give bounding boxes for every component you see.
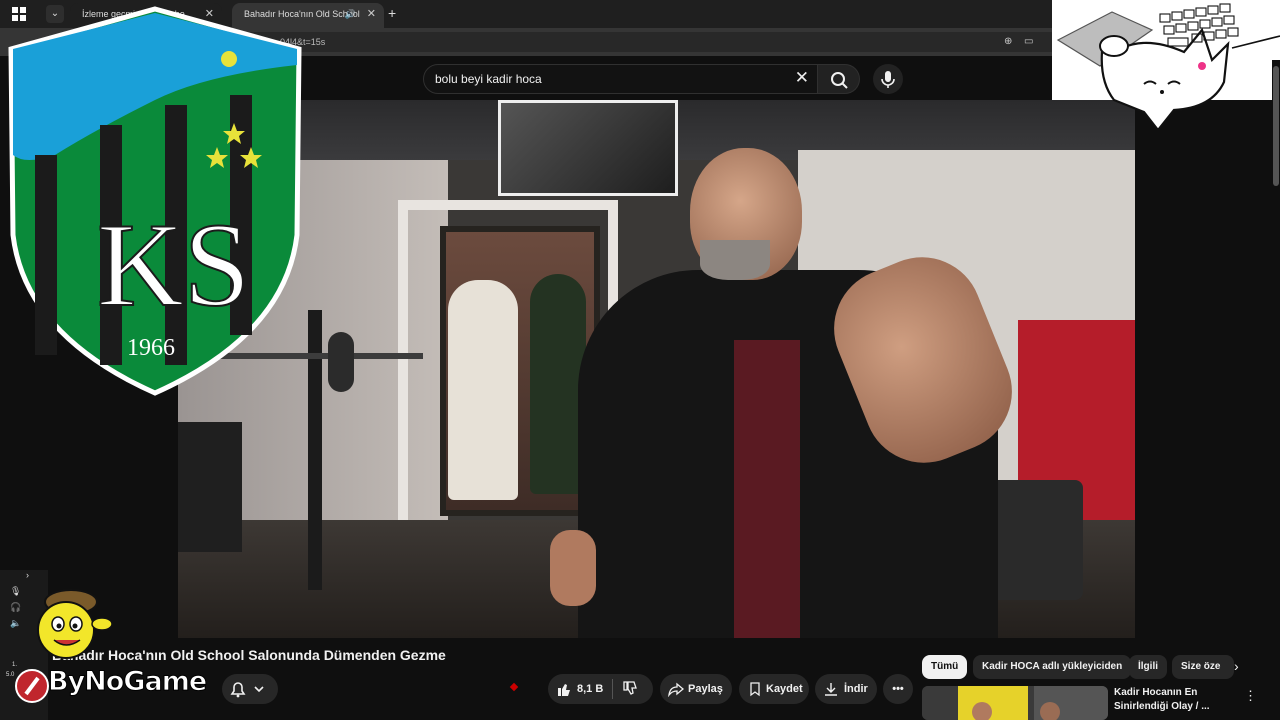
video-person xyxy=(448,280,518,500)
recommended-video-title[interactable]: Kadir Hocanın En Sinirlendiği Olay / ... xyxy=(1114,686,1234,714)
zoom-icon[interactable]: ⊕ xyxy=(1004,36,1012,47)
share-icon xyxy=(668,682,684,697)
sun-icon xyxy=(221,51,237,67)
thumbs-down-icon[interactable] xyxy=(622,681,638,697)
video-bench xyxy=(178,422,242,552)
search-query: bolu beyi kadir hoca xyxy=(435,72,542,86)
chip-for-you[interactable]: Size öze xyxy=(1172,655,1234,679)
save-label: Kaydet xyxy=(766,683,803,695)
save-button[interactable]: Kaydet xyxy=(739,674,809,704)
mascot-icon xyxy=(37,589,113,659)
video-weight-plate xyxy=(328,332,354,392)
chevron-right-icon[interactable]: › xyxy=(1234,658,1239,674)
video-man-beard xyxy=(700,240,770,280)
voice-search-button[interactable] xyxy=(873,64,903,94)
video-player[interactable] xyxy=(178,100,1135,638)
related-filter-chips: Tümü Kadir HOCA adlı yükleyiciden İlgili… xyxy=(922,655,1262,679)
video-poster xyxy=(498,100,678,196)
new-tab-button[interactable]: + xyxy=(388,5,402,21)
search-icon xyxy=(831,72,848,89)
clear-search-icon[interactable]: ✕ xyxy=(795,68,809,88)
logo-year: 1966 xyxy=(127,335,175,361)
share-button[interactable]: Paylaş xyxy=(660,674,732,704)
cast-icon[interactable]: ▭ xyxy=(1024,36,1033,47)
chip-all[interactable]: Tümü xyxy=(922,655,968,679)
volume-icon[interactable]: 🔈 xyxy=(10,618,21,629)
notification-bell-button[interactable] xyxy=(222,674,278,704)
more-vertical-icon[interactable]: ⋮ xyxy=(1244,688,1257,704)
video-man-hand xyxy=(550,530,596,606)
chip-related[interactable]: İlgili xyxy=(1129,655,1167,679)
chip-uploader[interactable]: Kadir HOCA adlı yükleyiciden xyxy=(973,655,1132,679)
download-button[interactable]: İndir xyxy=(815,674,877,704)
thumbs-up-icon xyxy=(558,684,570,696)
chevron-right-icon[interactable]: › xyxy=(26,570,29,580)
download-icon xyxy=(825,683,837,696)
microphone-icon[interactable]: 🎙 xyxy=(10,586,21,597)
close-icon[interactable]: ✕ xyxy=(367,3,376,25)
speaker-icon[interactable]: 🔊 xyxy=(345,3,356,25)
headphones-icon[interactable]: 🎧 xyxy=(10,602,21,613)
search-button[interactable] xyxy=(818,64,860,94)
more-actions-button[interactable]: ••• xyxy=(883,674,913,704)
share-label: Paylaş xyxy=(688,683,723,695)
team-logo: KS 1966 xyxy=(8,6,302,396)
search-input[interactable]: bolu beyi kadir hoca ✕ xyxy=(423,64,818,94)
video-rack xyxy=(308,310,322,590)
video-shirt-stripe xyxy=(734,340,800,638)
like-divider xyxy=(612,679,613,699)
like-count: 8,1 B xyxy=(577,683,604,695)
recommended-video-thumbnail[interactable] xyxy=(922,686,1108,720)
logo-letters: KS xyxy=(97,198,250,331)
stream-brand: ByNoGame xyxy=(47,666,207,698)
download-label: İndir xyxy=(844,683,868,695)
bell-icon xyxy=(230,682,264,698)
cursor-marker xyxy=(509,682,519,692)
microphone-icon xyxy=(881,71,895,88)
scrollbar-thumb[interactable] xyxy=(1273,66,1279,186)
bookmark-icon xyxy=(750,682,760,697)
cat-doodle xyxy=(1056,3,1280,130)
more-horizontal-icon: ••• xyxy=(892,683,904,695)
thumbnail-image xyxy=(922,686,1108,720)
